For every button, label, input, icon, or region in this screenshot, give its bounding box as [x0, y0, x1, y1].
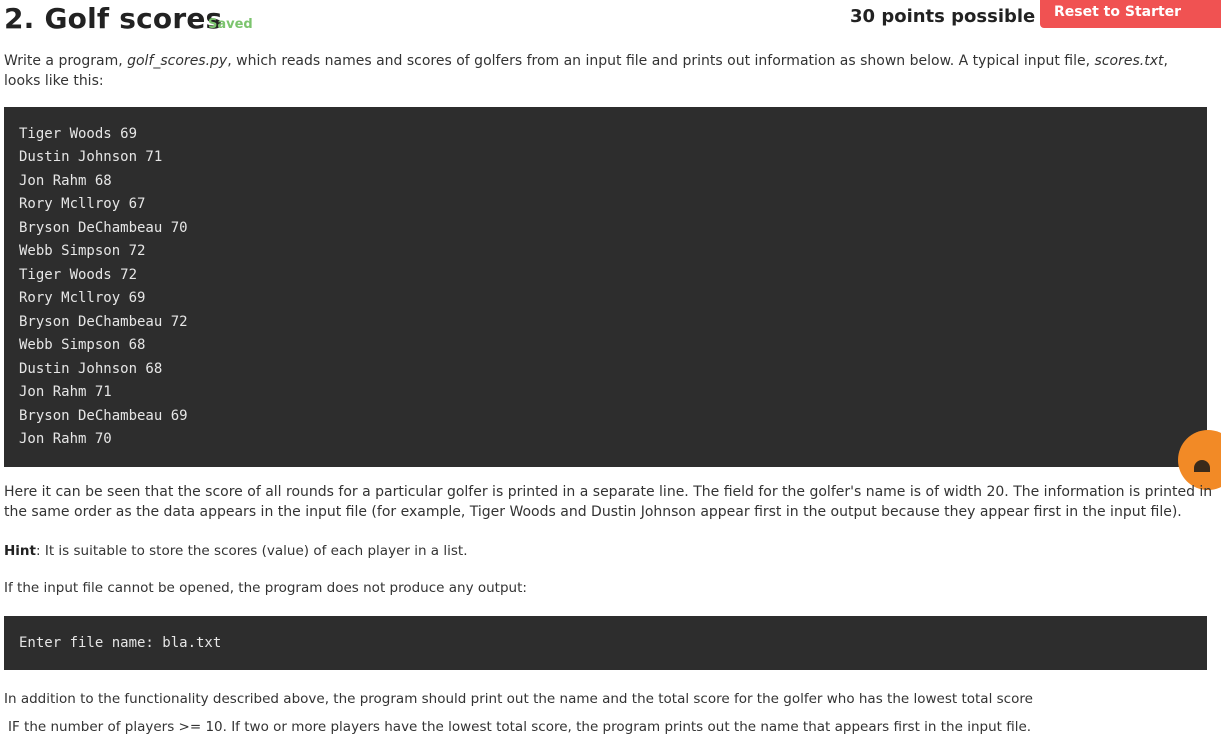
code-line: Tiger Woods 69: [19, 126, 138, 142]
code-line: Jon Rahm 70: [19, 431, 112, 447]
hint-text: : It is suitable to store the scores (va…: [36, 543, 468, 559]
intro-text: , which reads names and scores of golfer…: [227, 53, 1095, 69]
reset-to-starter-code-button[interactable]: Reset to Starter Code: [1040, 0, 1221, 44]
error-example-code-block: Enter file name: bla.txt: [4, 616, 1207, 670]
input-filename: scores.txt: [1094, 53, 1164, 69]
code-line: Rory Mcllroy 69: [19, 290, 146, 306]
hint-label: Hint: [4, 543, 36, 559]
additional-requirement-line2: IF the number of players >= 10. If two o…: [8, 719, 1032, 735]
additional-requirement-line1: In addition to the functionality describ…: [4, 691, 1033, 707]
points-possible: 30 points possible: [850, 6, 1036, 27]
code-line: Jon Rahm 68: [19, 173, 112, 189]
input-file-code-block: Tiger Woods 69 Dustin Johnson 71 Jon Rah…: [4, 107, 1207, 467]
code-line: Dustin Johnson 71: [19, 149, 163, 165]
page-title: 2. Golf scores: [4, 2, 223, 35]
intro-paragraph-line2: looks like this:: [4, 73, 104, 89]
header: 2. Golf scores Saved 30 points possible …: [0, 0, 1221, 44]
intro-text: ,: [1163, 53, 1168, 69]
code-line: Webb Simpson 72: [19, 243, 146, 259]
code-line: Bryson DeChambeau 69: [19, 408, 188, 424]
code-line: Rory Mcllroy 67: [19, 196, 146, 212]
no-output-paragraph: If the input file cannot be opened, the …: [4, 580, 527, 596]
help-widget-dot: [1194, 460, 1210, 472]
code-line: Jon Rahm 71: [19, 384, 112, 400]
saved-status: Saved: [208, 17, 253, 32]
explanation-line2: the same order as the data appears in th…: [4, 504, 1182, 520]
hint-paragraph: Hint: It is suitable to store the scores…: [4, 542, 468, 561]
intro-paragraph: Write a program, golf_scores.py, which r…: [4, 52, 1168, 71]
code-line: Webb Simpson 68: [19, 337, 146, 353]
program-filename: golf_scores.py: [127, 53, 228, 69]
intro-text: Write a program,: [4, 53, 128, 69]
code-line: Bryson DeChambeau 72: [19, 314, 188, 330]
code-line: Dustin Johnson 68: [19, 361, 163, 377]
code-line: Bryson DeChambeau 70: [19, 220, 188, 236]
code-line: Tiger Woods 72: [19, 267, 138, 283]
code-line: Enter file name: bla.txt: [19, 635, 222, 651]
explanation-line1: Here it can be seen that the score of al…: [4, 484, 1213, 500]
